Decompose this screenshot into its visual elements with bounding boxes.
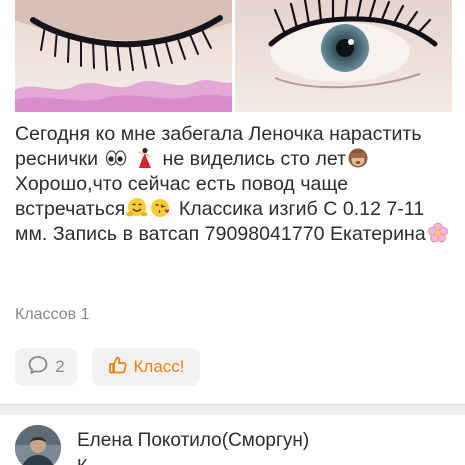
section-divider-line: [0, 404, 465, 405]
classes-count[interactable]: Классов 1: [15, 306, 89, 324]
comment-author-avatar[interactable]: [15, 425, 61, 465]
comments-button[interactable]: 2: [15, 348, 77, 386]
photo-eyelashes-closed-image: [15, 0, 232, 112]
photo-eyelashes-closed[interactable]: [15, 0, 232, 112]
post-photos: [15, 0, 452, 112]
comment-bubble-icon: [27, 354, 49, 381]
class-like-button[interactable]: Класс!: [92, 348, 200, 386]
comment-snippet: К: [77, 456, 88, 465]
photo-eye-open[interactable]: [235, 0, 452, 112]
post-text-part-3: не виделись сто лет: [157, 148, 347, 170]
thumbs-up-icon: [108, 355, 128, 380]
photo-eye-open-image: [235, 0, 452, 112]
kissing-heart-icon: [150, 197, 172, 219]
post-screen: Сегодня ко мне забегала Леночка нарастит…: [0, 0, 465, 465]
comments-count: 2: [55, 357, 65, 376]
eyes-icon: [105, 147, 127, 169]
dancer-icon: [134, 147, 156, 169]
see-no-evil-monkey-icon: [347, 147, 369, 169]
cherry-blossom-icon: [427, 222, 449, 244]
class-like-label: Класс!: [133, 357, 185, 376]
hugging-face-icon: [126, 197, 148, 219]
post-text: Сегодня ко мне забегала Леночка нарастит…: [15, 122, 455, 247]
post-text-part-2: [128, 148, 133, 170]
section-divider: [0, 404, 465, 415]
comment-author-name[interactable]: Елена Покотило(Сморгун): [77, 430, 309, 452]
